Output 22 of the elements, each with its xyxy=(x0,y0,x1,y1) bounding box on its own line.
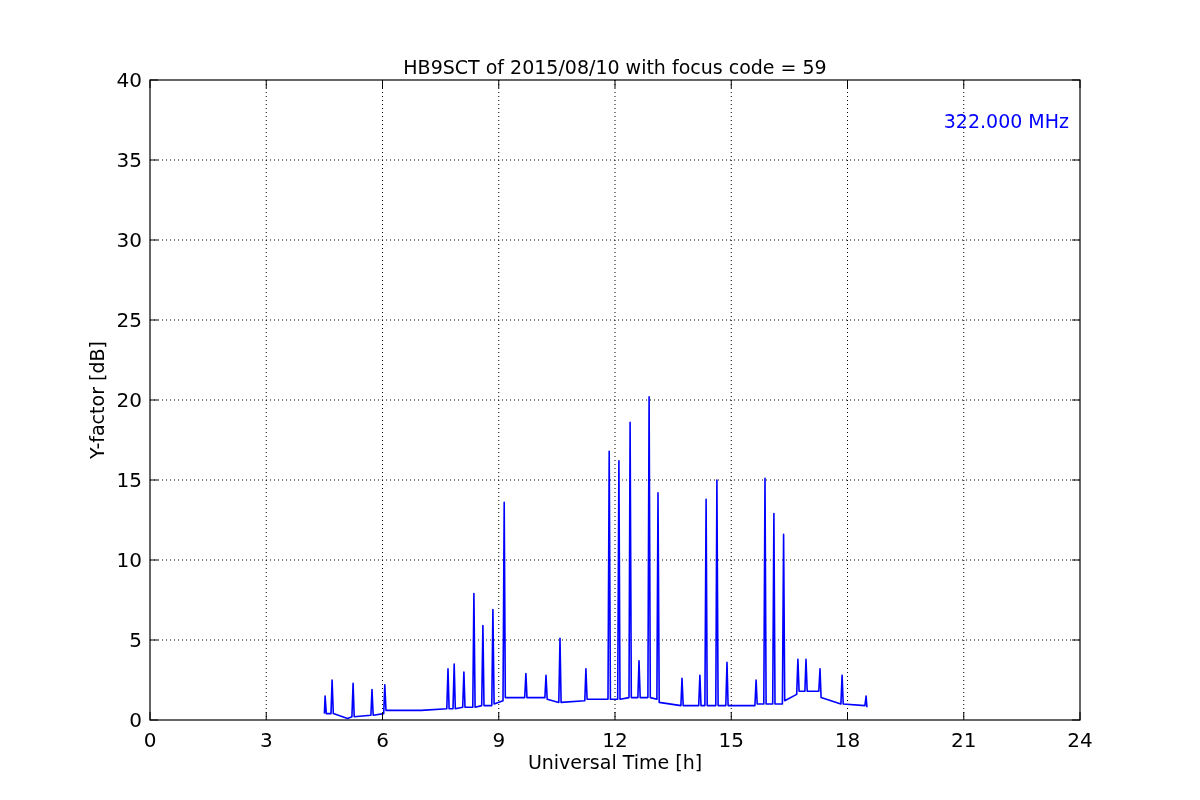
tick-label: 9 xyxy=(492,728,506,752)
x-axis-label: Universal Time [h] xyxy=(527,751,703,773)
chart-title: HB9SCT of 2015/08/10 with focus code = 59 xyxy=(403,56,827,78)
tick-label: 0 xyxy=(143,728,157,752)
tick-label: 6 xyxy=(376,728,389,752)
tick-label: 30 xyxy=(116,228,142,252)
tick-label: 3 xyxy=(259,728,273,752)
tick-label: 0 xyxy=(129,708,142,732)
tick-label: 18 xyxy=(834,728,861,752)
tick-label: 21 xyxy=(951,728,977,752)
tick-label: 10 xyxy=(116,548,142,572)
frequency-label: 322.000 MHz xyxy=(943,110,1069,132)
tick-label: 20 xyxy=(116,388,142,412)
y-axis-label: Y-factor [dB] xyxy=(86,341,108,459)
tick-label: 40 xyxy=(116,68,142,92)
tick-label: 5 xyxy=(129,628,142,652)
tick-label: 35 xyxy=(116,148,142,172)
tick-label: 25 xyxy=(116,308,142,332)
tick-label: 24 xyxy=(1067,728,1093,752)
tick-label: 15 xyxy=(718,728,744,752)
tick-label: 12 xyxy=(602,728,628,752)
tick-label: 15 xyxy=(116,468,142,492)
